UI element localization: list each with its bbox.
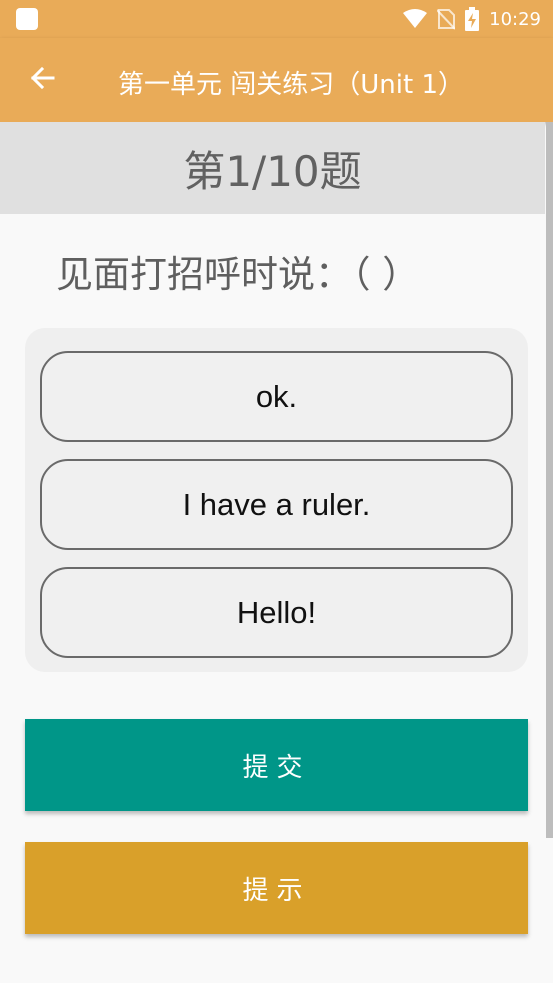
quiz-screen: 10:29 第一单元 闯关练习（Unit 1） 第1/10题 见面打招呼时说：（…: [0, 0, 553, 983]
scrollbar[interactable]: [546, 122, 553, 838]
options-panel: ok. I have a ruler. Hello!: [25, 328, 528, 672]
arrow-back-icon: [29, 66, 55, 94]
no-sim-icon: [437, 8, 456, 30]
battery-charging-icon: [465, 7, 480, 31]
question-counter-band: 第1/10题: [0, 122, 545, 214]
question-text: 见面打招呼时说：（ ）: [56, 253, 420, 296]
app-notification-icon: [16, 8, 38, 30]
question-counter: 第1/10题: [183, 146, 362, 196]
page-title: 第一单元 闯关练习（Unit 1）: [118, 70, 464, 100]
hint-button[interactable]: 提示: [25, 842, 528, 934]
option-button[interactable]: Hello!: [40, 567, 513, 658]
app-bar: 第一单元 闯关练习（Unit 1）: [0, 38, 553, 122]
option-button[interactable]: ok.: [40, 351, 513, 442]
submit-button-label: 提交: [242, 752, 311, 783]
status-icons: 10:29: [403, 0, 541, 38]
status-bar: 10:29: [0, 0, 553, 38]
status-time: 10:29: [489, 8, 541, 30]
option-button[interactable]: I have a ruler.: [40, 459, 513, 550]
submit-button[interactable]: 提交: [25, 719, 528, 811]
wifi-icon: [403, 9, 428, 29]
back-button[interactable]: [18, 58, 66, 102]
hint-button-label: 提示: [242, 875, 311, 906]
